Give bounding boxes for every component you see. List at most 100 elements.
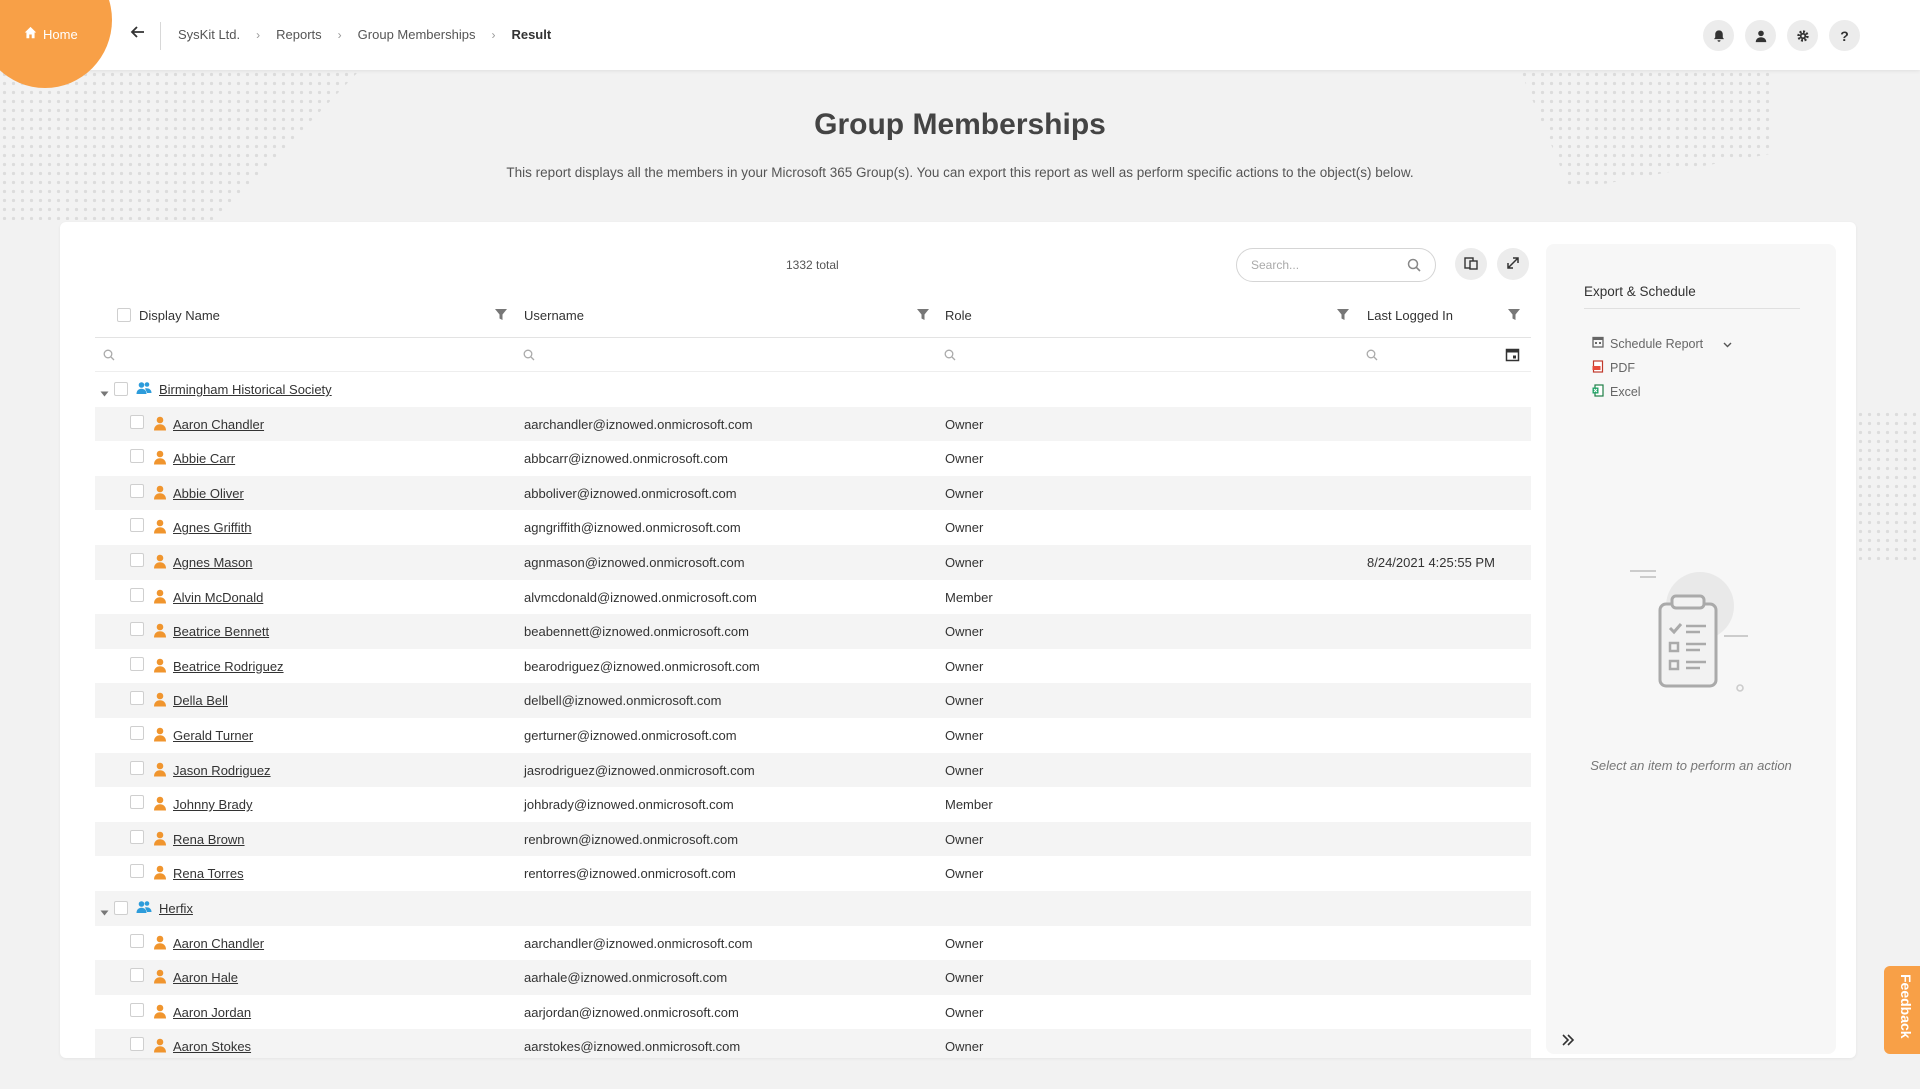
breadcrumb-item-group-memberships[interactable]: Group Memberships [358, 27, 476, 42]
filter-icon[interactable] [1336, 308, 1350, 324]
search-icon[interactable] [1407, 258, 1421, 275]
column-header-display-name[interactable]: Display Name [139, 308, 220, 323]
calendar-icon[interactable] [1505, 347, 1520, 365]
username-cell: alvmcdonald@iznowed.onmicrosoft.com [524, 589, 757, 605]
row-checkbox[interactable] [130, 622, 144, 637]
role-cell: Owner [945, 693, 984, 709]
row-checkbox[interactable] [130, 725, 144, 740]
display-name-link[interactable]: Rena Brown [173, 832, 245, 847]
row-checkbox[interactable] [130, 587, 144, 602]
row-checkbox[interactable] [130, 518, 144, 533]
row-checkbox[interactable] [130, 760, 144, 775]
schedule-report-button[interactable]: Schedule Report [1592, 336, 1732, 351]
row-checkbox[interactable] [130, 864, 144, 879]
fullscreen-button[interactable] [1497, 248, 1529, 280]
row-checkbox[interactable] [130, 483, 144, 498]
display-name-link[interactable]: Aaron Stokes [173, 1039, 251, 1054]
filter-icon[interactable] [916, 308, 930, 324]
filter-icon[interactable] [494, 308, 508, 324]
column-header-last-logged-in[interactable]: Last Logged In [1367, 308, 1453, 323]
help-question-icon[interactable]: ? [1829, 20, 1860, 51]
display-name-link[interactable]: Beatrice Bennett [173, 624, 269, 639]
role-cell: Owner [945, 624, 984, 640]
display-name-link[interactable]: Aaron Chandler [173, 417, 264, 432]
role-cell: Owner [945, 1039, 984, 1055]
settings-gear-icon[interactable] [1787, 20, 1818, 51]
filter-search-icon[interactable] [944, 349, 956, 364]
display-name-link[interactable]: Aaron Chandler [173, 936, 264, 951]
user-icon [153, 485, 167, 503]
display-name-link[interactable]: Jason Rodriguez [173, 763, 271, 778]
row-checkbox[interactable] [130, 552, 144, 567]
display-name-link[interactable]: Agnes Griffith [173, 520, 252, 535]
display-name-link[interactable]: Aaron Jordan [173, 1005, 251, 1020]
breadcrumb-item-reports[interactable]: Reports [276, 27, 322, 42]
collapse-caret-icon[interactable] [100, 385, 109, 400]
user-icon [153, 865, 167, 883]
row-checkbox[interactable] [130, 795, 144, 810]
row-checkbox[interactable] [130, 933, 144, 948]
back-arrow-icon[interactable] [130, 24, 146, 43]
column-header-username[interactable]: Username [524, 308, 584, 323]
filter-search-icon[interactable] [103, 349, 115, 364]
filter-search-icon[interactable] [1366, 349, 1378, 364]
row-checkbox[interactable] [114, 382, 128, 396]
user-profile-icon[interactable] [1745, 20, 1776, 51]
row-checkbox[interactable] [130, 829, 144, 844]
collapse-caret-icon[interactable] [100, 904, 109, 919]
filter-search-icon[interactable] [523, 349, 535, 364]
group-name-link[interactable]: Birmingham Historical Society [159, 382, 332, 397]
pdf-label: PDF [1610, 361, 1635, 375]
table-row: Abbie Oliver abboliver@iznowed.onmicrosof… [95, 475, 1531, 511]
column-chooser-button[interactable] [1455, 248, 1487, 280]
row-checkbox[interactable] [130, 449, 144, 464]
notifications-bell-icon[interactable] [1703, 20, 1734, 51]
group-name-link[interactable]: Herfix [159, 901, 193, 916]
breadcrumb-item-syskit[interactable]: SysKit Ltd. [178, 27, 240, 42]
chevron-down-icon[interactable] [1723, 337, 1732, 351]
table-row: Jason Rodriguez jasrodriguez@iznowed.onmi… [95, 752, 1531, 788]
display-name-link[interactable]: Gerald Turner [173, 728, 253, 743]
user-icon [153, 796, 167, 814]
search-input[interactable] [1251, 258, 1401, 272]
feedback-tab[interactable]: Feedback [1884, 966, 1920, 1054]
username-cell: renbrown@iznowed.onmicrosoft.com [524, 831, 739, 847]
home-button[interactable]: Home [24, 26, 78, 42]
row-checkbox[interactable] [130, 656, 144, 671]
display-name-link[interactable]: Alvin McDonald [173, 590, 263, 605]
filter-row [95, 338, 1531, 372]
display-name-link[interactable]: Rena Torres [173, 866, 244, 881]
row-checkbox[interactable] [130, 1037, 144, 1052]
row-checkbox[interactable] [130, 691, 144, 706]
display-name-link[interactable]: Della Bell [173, 693, 228, 708]
display-name-link[interactable]: Johnny Brady [173, 797, 253, 812]
display-name-link[interactable]: Abbie Oliver [173, 486, 244, 501]
display-name-link[interactable]: Abbie Carr [173, 451, 235, 466]
table-row: Della Bell delbell@iznowed.onmicrosoft.co… [95, 683, 1531, 718]
display-name-link[interactable]: Agnes Mason [173, 555, 253, 570]
group-row: Birmingham Historical Society [95, 372, 1531, 407]
collapse-panel-icon[interactable] [1561, 1034, 1575, 1049]
table-row: Alvin McDonald alvmcdonald@iznowed.onmicr… [95, 580, 1531, 615]
export-excel-button[interactable]: Excel [1592, 384, 1641, 400]
row-checkbox[interactable] [130, 968, 144, 983]
export-pdf-button[interactable]: PDF [1592, 360, 1635, 376]
username-cell: delbell@iznowed.onmicrosoft.com [524, 693, 722, 709]
table-row: Johnny Brady johbrady@iznowed.onmicrosoft… [95, 787, 1531, 822]
home-icon [24, 26, 37, 42]
username-cell: jasrodriguez@iznowed.onmicrosoft.com [524, 762, 755, 778]
table-row: Agnes Mason agnmason@iznowed.onmicrosoft.… [95, 544, 1531, 580]
column-header-role[interactable]: Role [945, 308, 972, 323]
row-checkbox[interactable] [114, 900, 128, 915]
user-icon [153, 935, 167, 953]
user-icon [153, 623, 167, 641]
filter-icon[interactable] [1507, 308, 1521, 324]
display-name-link[interactable]: Beatrice Rodriguez [173, 659, 284, 674]
row-checkbox[interactable] [130, 414, 144, 429]
home-label: Home [43, 26, 78, 42]
user-icon [153, 416, 167, 434]
display-name-link[interactable]: Aaron Hale [173, 970, 238, 985]
row-checkbox[interactable] [130, 1002, 144, 1017]
select-all-checkbox[interactable] [117, 308, 131, 322]
table-row: Rena Torres rentorres@iznowed.onmicrosoft… [95, 856, 1531, 891]
